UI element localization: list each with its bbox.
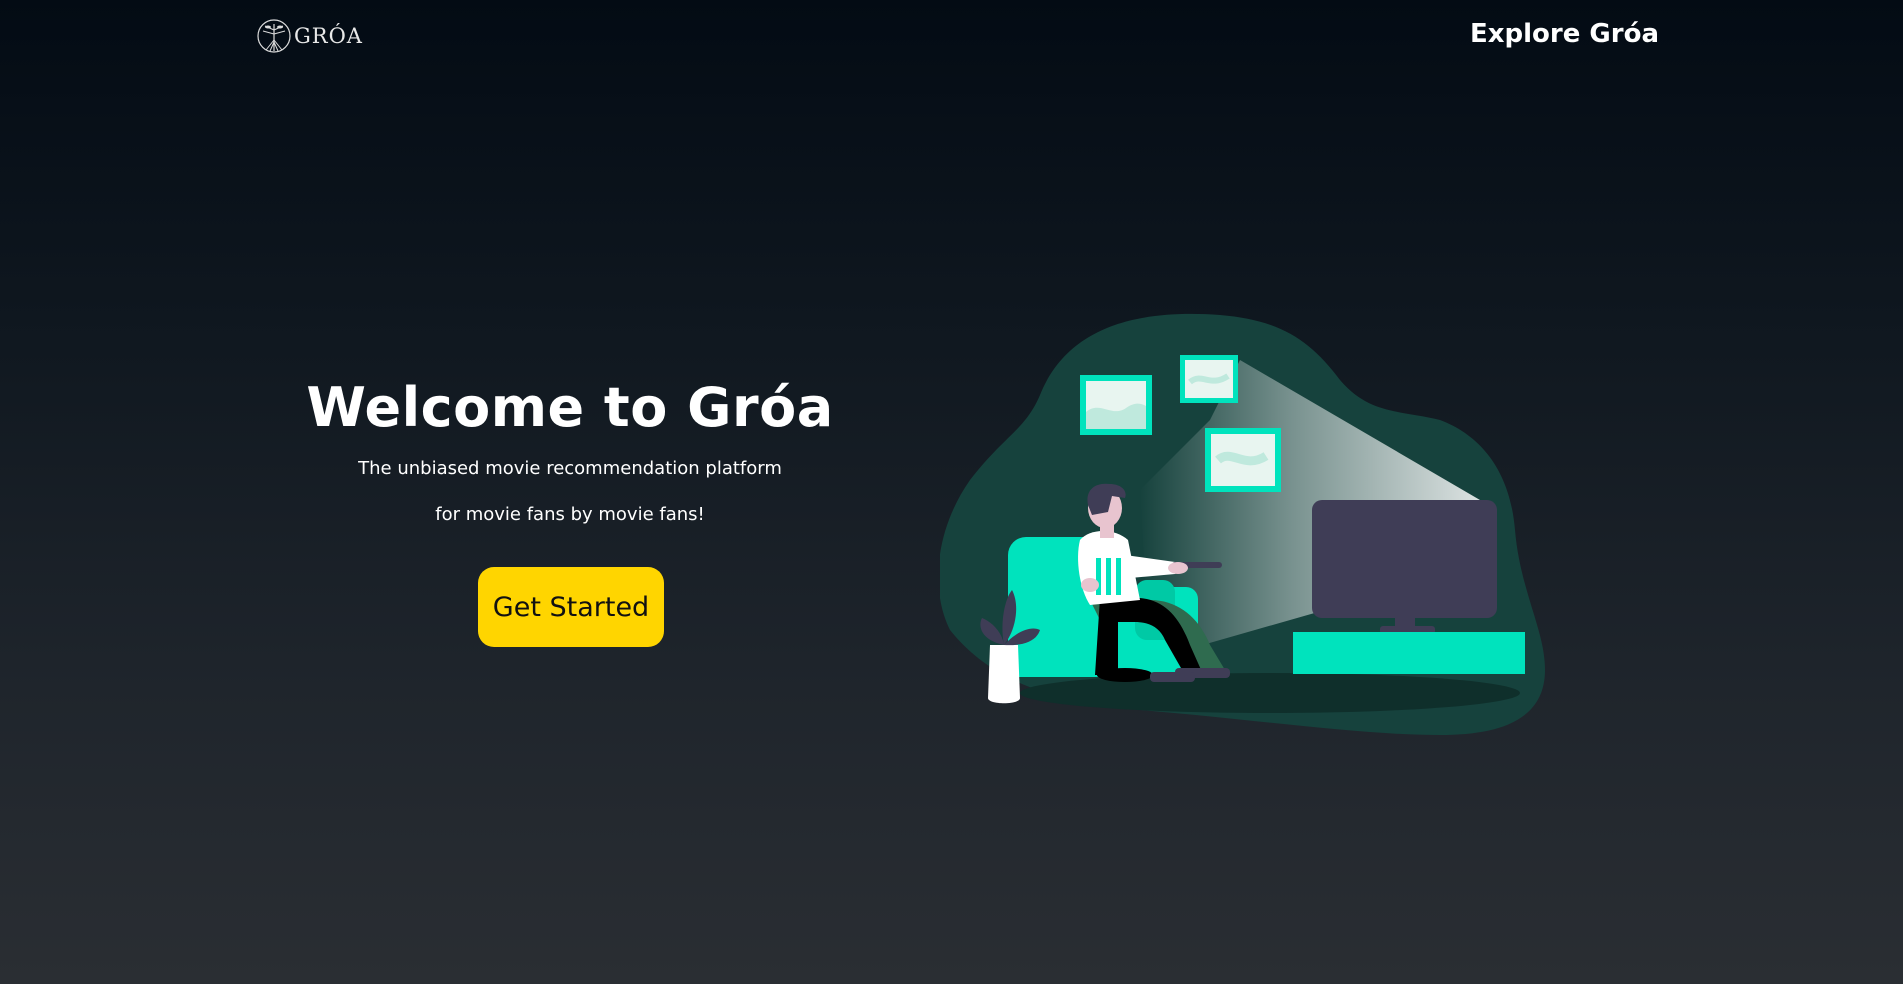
explore-groa-link[interactable]: Explore Gróa <box>1470 19 1659 49</box>
logo-link[interactable]: GRÓA <box>256 18 363 54</box>
picture-frame-2 <box>1180 355 1238 403</box>
picture-frame-3 <box>1205 428 1281 492</box>
tv-screen <box>1312 500 1497 618</box>
hero-subtitle-line2: for movie fans by movie fans! <box>435 504 705 525</box>
logo-text: GRÓA <box>294 24 363 48</box>
tv-stand <box>1293 632 1525 674</box>
hero-title: Welcome to Gróa <box>306 376 834 439</box>
site-header: GRÓA Explore Gróa <box>0 0 1903 75</box>
hero-subtitle-line1: The unbiased movie recommendation platfo… <box>358 458 782 479</box>
picture-frame-1 <box>1080 375 1152 435</box>
tree-emblem-icon <box>256 18 292 54</box>
person-watching-tv-illustration <box>938 300 1560 750</box>
get-started-button[interactable]: Get Started <box>478 567 664 647</box>
hero-section: Welcome to Gróa The unbiased movie recom… <box>270 370 870 538</box>
